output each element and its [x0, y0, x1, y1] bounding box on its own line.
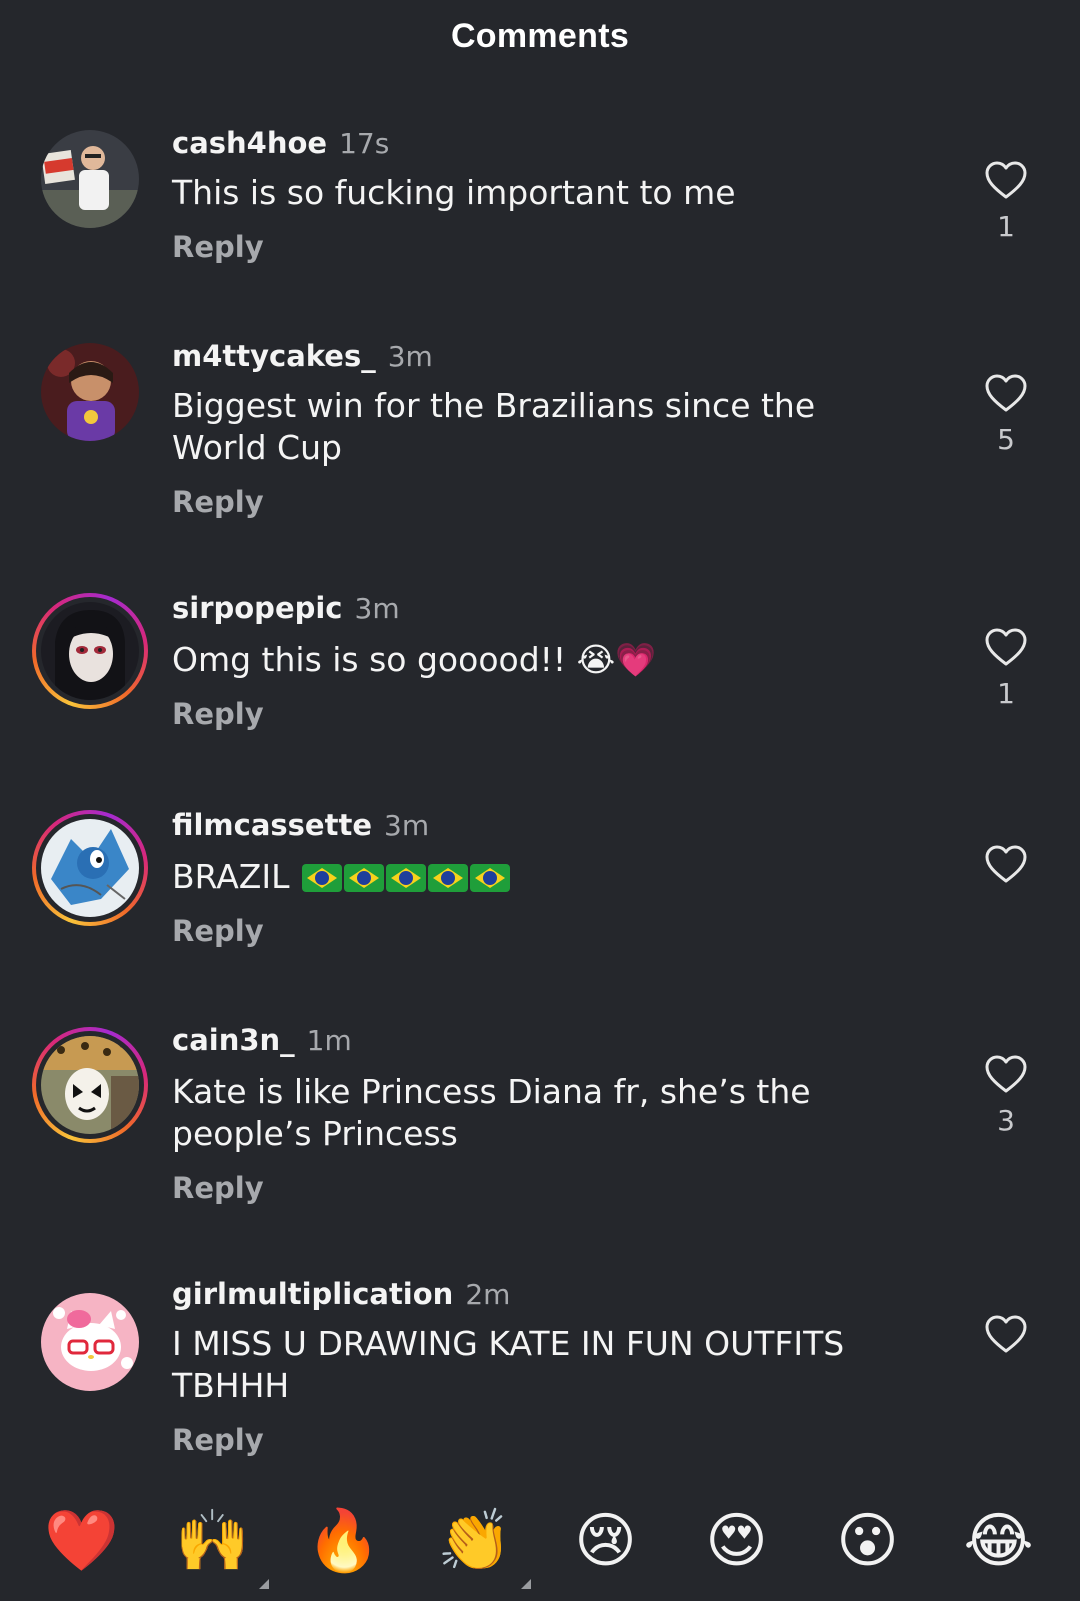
avatar-image — [41, 130, 139, 228]
heart-eyes-emoji[interactable]: 😍 — [695, 1499, 779, 1583]
like-button[interactable]: 3 — [980, 1054, 1032, 1137]
avatar-image — [41, 343, 139, 441]
page-title: Comments — [450, 16, 630, 55]
comment-timestamp: 2m — [465, 1278, 511, 1311]
like-button[interactable]: 1 — [980, 627, 1032, 710]
reply-button[interactable]: Reply — [172, 914, 264, 948]
avatar-image — [41, 602, 139, 700]
like-count: 5 — [997, 423, 1015, 456]
flag-brazil-icon — [470, 864, 511, 892]
variant-indicator-icon — [520, 1578, 531, 1589]
comment-text: This is so fucking important to me — [172, 173, 736, 212]
flag-brazil-icon — [302, 864, 343, 892]
avatar[interactable] — [37, 339, 153, 455]
reply-button[interactable]: Reply — [172, 697, 264, 731]
comment-text: BRAZIL — [172, 856, 912, 898]
comment-username[interactable]: cain3n_ — [172, 1023, 295, 1057]
comment-timestamp: 1m — [306, 1024, 352, 1057]
comment-username[interactable]: girlmultiplication — [172, 1277, 453, 1311]
avatar[interactable] — [32, 593, 148, 709]
clapping-hands-emoji-glyph: 👏 — [437, 1505, 512, 1576]
comment-timestamp: 17s — [339, 127, 390, 160]
avatar[interactable] — [32, 810, 148, 926]
like-button[interactable] — [980, 1314, 1032, 1354]
comment-timestamp: 3m — [387, 340, 433, 373]
avatar-image — [41, 1293, 139, 1391]
red-heart-emoji[interactable]: ❤️ — [40, 1499, 124, 1583]
heart-outline-icon — [985, 628, 1027, 666]
comment-text: Omg this is so gooood!! 😭💗 — [172, 640, 657, 679]
like-button[interactable]: 5 — [980, 373, 1032, 456]
heart-outline-icon — [985, 161, 1027, 199]
open-mouth-emoji[interactable]: 😮 — [826, 1499, 910, 1583]
heart-outline-icon — [985, 1055, 1027, 1093]
comments-header: Comments — [0, 0, 1080, 72]
like-button[interactable] — [980, 844, 1032, 884]
like-count: 1 — [997, 677, 1015, 710]
reply-button[interactable]: Reply — [172, 1171, 264, 1205]
comment-text-value: BRAZIL — [172, 857, 290, 896]
comment-timestamp: 3m — [354, 592, 400, 625]
comment-item: girlmultiplication 2m I MISS U DRAWING K… — [0, 1277, 1080, 1479]
comment-text: Kate is like Princess Diana fr, she’s th… — [172, 1072, 811, 1153]
raising-hands-emoji[interactable]: 🙌 — [171, 1499, 269, 1589]
avatar-image — [41, 819, 139, 917]
variant-indicator-icon — [258, 1578, 269, 1589]
comment-username[interactable]: filmcassette — [172, 808, 372, 842]
comment-text: Biggest win for the Brazilians since the… — [172, 386, 816, 467]
reply-button[interactable]: Reply — [172, 485, 264, 519]
comment-item: cash4hoe 17s This is so fucking importan… — [0, 126, 1080, 326]
flag-brazil-icon — [428, 864, 469, 892]
reply-button[interactable]: Reply — [172, 1423, 264, 1457]
reply-button[interactable]: Reply — [172, 230, 264, 264]
avatar-image — [41, 1036, 139, 1134]
tears-of-joy-emoji[interactable]: 😂 — [957, 1499, 1041, 1583]
like-button[interactable]: 1 — [980, 160, 1032, 243]
raising-hands-emoji-glyph: 🙌 — [175, 1505, 250, 1576]
comment-username[interactable]: sirpopepic — [172, 591, 343, 625]
comment-item: m4ttycakes_ 3m Biggest win for the Brazi… — [0, 339, 1080, 559]
avatar[interactable] — [37, 1289, 153, 1405]
comment-item: filmcassette 3m BRAZIL Reply — [0, 808, 1080, 1010]
avatar[interactable] — [37, 126, 153, 242]
comment-item: cain3n_ 1m Kate is like Princess Diana f… — [0, 1023, 1080, 1247]
flag-brazil-icon — [386, 864, 427, 892]
avatar[interactable] — [32, 1027, 148, 1143]
comment-item: sirpopepic 3m Omg this is so gooood!! 😭💗… — [0, 591, 1080, 793]
like-count: 1 — [997, 210, 1015, 243]
heart-outline-icon — [985, 845, 1027, 883]
comment-username[interactable]: cash4hoe — [172, 126, 327, 160]
emoji-reaction-bar: ❤️ 🙌 🔥 👏 😢 😍 😮 😂 — [0, 1480, 1080, 1601]
comment-timestamp: 3m — [384, 809, 430, 842]
comment-text: I MISS U DRAWING KATE IN FUN OUTFITS TBH… — [172, 1324, 845, 1405]
clapping-hands-emoji[interactable]: 👏 — [433, 1499, 531, 1589]
like-count: 3 — [997, 1104, 1015, 1137]
heart-outline-icon — [985, 1315, 1027, 1353]
crying-face-emoji[interactable]: 😢 — [564, 1499, 648, 1583]
comment-username[interactable]: m4ttycakes_ — [172, 339, 376, 373]
heart-outline-icon — [985, 374, 1027, 412]
flag-brazil-icon — [344, 864, 385, 892]
fire-emoji[interactable]: 🔥 — [302, 1499, 386, 1583]
